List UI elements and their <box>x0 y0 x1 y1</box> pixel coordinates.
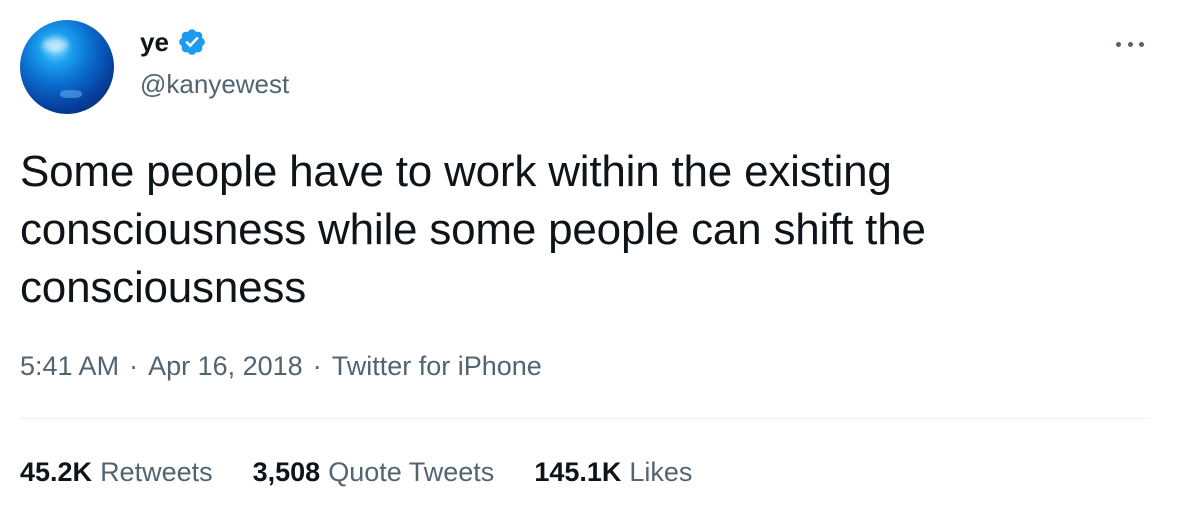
more-dot <box>1116 41 1121 47</box>
avatar[interactable] <box>20 20 114 114</box>
tweet-detail: ye @kanyewest Some people have to work w… <box>0 0 1194 518</box>
more-dot <box>1139 41 1144 47</box>
tweet-date[interactable]: Apr 16, 2018 <box>148 346 303 386</box>
tweet-time[interactable]: 5:41 AM <box>20 346 119 386</box>
tweet-source-link[interactable]: Twitter for iPhone <box>332 346 542 386</box>
avatar-detail <box>60 90 82 98</box>
more-dot <box>1127 41 1133 47</box>
author-name-row: ye <box>140 24 207 60</box>
tweet-stats: 45.2K Retweets 3,508 Quote Tweets 145.1K… <box>20 452 732 492</box>
retweets-label: Retweets <box>100 457 213 487</box>
meta-separator: · <box>312 351 322 381</box>
divider <box>20 418 1150 419</box>
tweet-text: Some people have to work within the exis… <box>20 147 926 312</box>
avatar-highlight <box>42 38 68 52</box>
verified-badge-icon <box>177 27 207 57</box>
meta-separator: · <box>129 351 139 381</box>
display-name[interactable]: ye <box>140 24 169 60</box>
retweets-stat[interactable]: 45.2K Retweets <box>20 452 213 492</box>
likes-label: Likes <box>629 457 693 487</box>
quote-tweets-count: 3,508 <box>252 457 321 487</box>
quote-tweets-stat[interactable]: 3,508 Quote Tweets <box>253 452 495 492</box>
retweets-count: 45.2K <box>20 457 93 487</box>
more-horizontal-icon[interactable] <box>1112 34 1148 54</box>
likes-count: 145.1K <box>534 457 622 487</box>
tweet-meta: 5:41 AM · Apr 16, 2018 · Twitter for iPh… <box>20 346 542 386</box>
likes-stat[interactable]: 145.1K Likes <box>534 452 692 492</box>
author-handle[interactable]: @kanyewest <box>140 66 289 102</box>
quote-tweets-label: Quote Tweets <box>328 457 495 487</box>
